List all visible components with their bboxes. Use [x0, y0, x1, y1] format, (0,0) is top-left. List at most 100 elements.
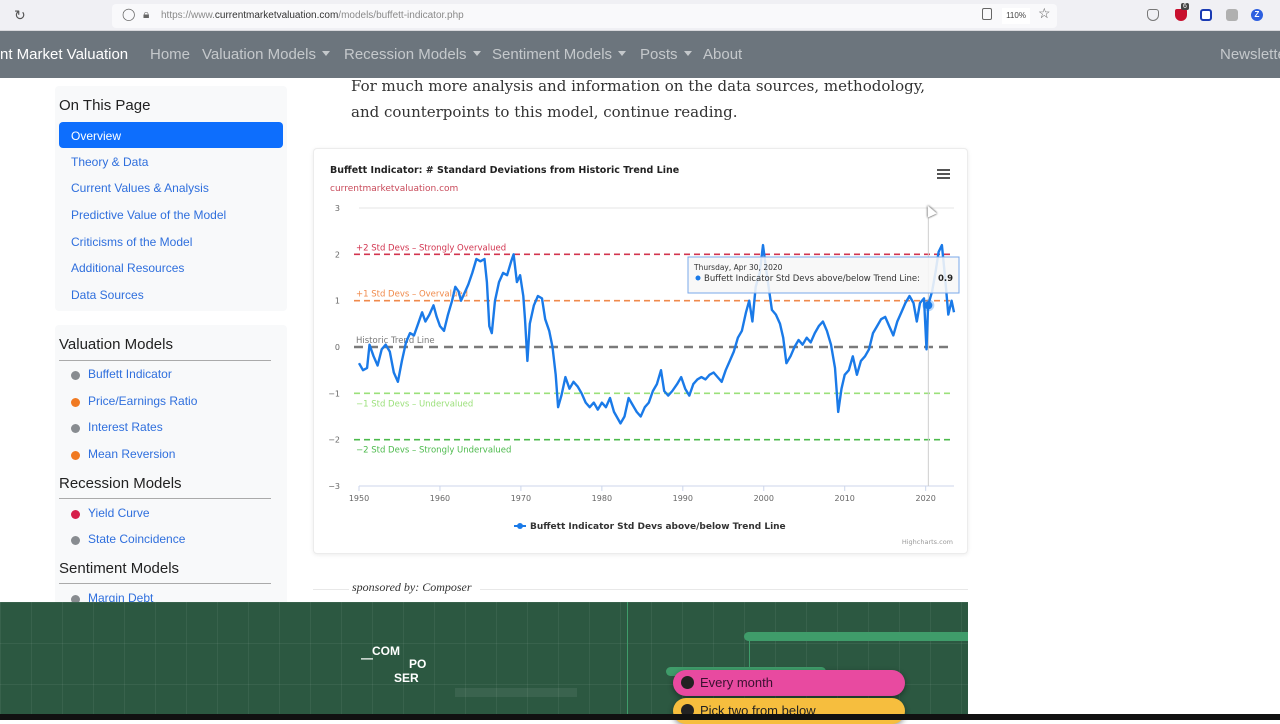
toc-theory-data[interactable]: Theory & Data [71, 155, 148, 169]
legend-label[interactable]: Buffett Indicator Std Devs above/below T… [530, 522, 786, 532]
caret-down-icon [472, 50, 481, 56]
composer-logo-dash: — [361, 651, 373, 665]
highcharts-credit[interactable]: Highcharts.com [902, 538, 953, 546]
model-link-buffett-indicator[interactable]: Buffett Indicator [88, 367, 172, 381]
ad-decorative-line [749, 641, 750, 669]
nav-valuation-models-label: Valuation Models [202, 46, 316, 63]
sponsor-text: sponsored by: Composer [352, 580, 472, 594]
model-link-state-coincidence[interactable]: State Coincidence [88, 532, 185, 546]
ublock-icon[interactable] [1175, 9, 1187, 21]
tooltip: Thursday, Apr 30, 2020 Buffett Indicator… [687, 256, 960, 294]
url-path: /models/buffett-indicator.php [338, 10, 464, 21]
every-month-pill[interactable]: Every month [673, 670, 905, 696]
nav-sentiment-models-label: Sentiment Models [492, 46, 613, 63]
tooltip-series-label: Buffett Indicator Std Devs above/below T… [704, 274, 920, 284]
status-dot [71, 536, 80, 545]
x-tick-label: 1990 [673, 494, 693, 503]
url-prefix: https://www. [161, 10, 215, 21]
chart-container: Buffett Indicator: # Standard Deviations… [313, 148, 968, 554]
y-tick-label: 0 [335, 343, 340, 352]
status-dot [71, 424, 80, 433]
every-month-label: Every month [700, 675, 773, 690]
x-tick-label: 1960 [430, 494, 450, 503]
composer-logo-line1: COM [372, 644, 400, 658]
url-domain: currentmarketvaluation.com [214, 10, 339, 21]
divider [313, 589, 349, 590]
download-extension-icon[interactable] [1200, 9, 1212, 21]
x-tick-label: 1950 [349, 494, 369, 503]
model-link-interest-rates[interactable]: Interest Rates [88, 420, 163, 434]
bookmark-star-icon[interactable]: ☆ [1038, 5, 1051, 22]
x-tick-label: 2000 [754, 494, 774, 503]
y-axis-ticks: 3 2 1 0 −1 −2 −3 [328, 204, 340, 491]
toc-predictive-value[interactable]: Predictive Value of the Model [71, 208, 226, 222]
url-text[interactable]: https://www.currentmarketvaluation.com/m… [161, 10, 464, 21]
article-paragraph-line2: and counterpoints to this model, continu… [351, 103, 738, 121]
x-tick-label: 2010 [835, 494, 855, 503]
model-link-yield-curve[interactable]: Yield Curve [88, 506, 150, 520]
tooltip-date: Thursday, Apr 30, 2020 [693, 263, 783, 272]
nav-sentiment-models[interactable]: Sentiment Models [492, 46, 627, 63]
y-tick-label: 1 [335, 297, 340, 306]
plot-line-label: −1 Std Devs – Undervalued [356, 399, 473, 409]
nav-newsletter[interactable]: Newslette [1220, 46, 1280, 63]
toc-additional-resources[interactable]: Additional Resources [71, 261, 184, 275]
hover-point-marker [922, 299, 935, 312]
site-navbar: nt Market Valuation Home Valuation Model… [0, 31, 1280, 78]
ad-decorative-bar [455, 688, 577, 697]
y-tick-label: −2 [328, 436, 340, 445]
hamburger-menu-icon[interactable] [937, 169, 950, 179]
pocket-icon[interactable] [1147, 9, 1159, 21]
toc-current-values[interactable]: Current Values & Analysis [71, 181, 209, 195]
plot-line-label: +1 Std Devs – Overvalued [356, 290, 468, 300]
reload-icon[interactable]: ↻ [14, 7, 26, 24]
valuation-models-heading: Valuation Models [59, 336, 173, 353]
nav-recession-models[interactable]: Recession Models [344, 46, 481, 63]
zoom-level-button[interactable]: 110% [1002, 8, 1030, 24]
tooltip-series-dot [695, 275, 701, 281]
article-paragraph-line1: For much more analysis and information o… [351, 77, 926, 95]
composer-logo-line2: PO [409, 657, 427, 671]
recession-models-heading: Recession Models [59, 475, 182, 492]
z-extension-icon[interactable]: Z [1251, 9, 1263, 21]
shield-icon[interactable]: ◯ [122, 7, 135, 21]
calendar-icon [681, 676, 694, 689]
chart-subtitle[interactable]: currentmarketvaluation.com [330, 184, 458, 194]
pick-two-pill[interactable]: Pick two from below [673, 698, 905, 724]
generic-extension-icon[interactable] [1226, 9, 1238, 21]
nav-posts[interactable]: Posts [640, 46, 692, 63]
toc-data-sources[interactable]: Data Sources [71, 288, 144, 302]
extension-badge: 6 [1181, 3, 1189, 10]
y-tick-label: −1 [328, 389, 340, 398]
lock-icon[interactable]: 🔒︎ [143, 7, 149, 22]
toc-overview[interactable]: Overview [59, 122, 283, 148]
nav-valuation-models[interactable]: Valuation Models [202, 46, 330, 63]
ad-decorative-bar [744, 632, 968, 641]
nav-home[interactable]: Home [150, 46, 190, 63]
model-link-mean-reversion[interactable]: Mean Reversion [88, 447, 175, 461]
plot-line-label: +2 Std Devs – Strongly Overvalued [356, 243, 506, 253]
divider [480, 589, 968, 590]
caret-down-icon [683, 50, 692, 56]
model-link-price-earnings[interactable]: Price/Earnings Ratio [88, 394, 197, 408]
divider [59, 498, 271, 499]
ad-decorative-line [627, 602, 628, 714]
reader-view-icon[interactable] [982, 8, 992, 20]
buffett-indicator-chart[interactable]: Buffett Indicator: # Standard Deviations… [314, 149, 969, 555]
sentiment-models-heading: Sentiment Models [59, 560, 180, 577]
nav-recession-models-label: Recession Models [344, 46, 467, 63]
menu-bar [937, 173, 950, 175]
status-dot [71, 451, 80, 460]
x-tick-label: 2020 [915, 494, 935, 503]
nav-about-label: About [703, 46, 743, 63]
caret-down-icon [618, 50, 627, 56]
toc-criticisms[interactable]: Criticisms of the Model [71, 235, 192, 249]
site-brand[interactable]: nt Market Valuation [0, 46, 128, 63]
nav-about[interactable]: About [703, 46, 742, 63]
y-tick-label: 3 [335, 204, 340, 213]
models-card: Valuation Models Buffett Indicator Price… [55, 325, 287, 641]
bottom-edge [0, 714, 1280, 720]
y-tick-label: 2 [335, 250, 340, 259]
legend[interactable]: Buffett Indicator Std Devs above/below T… [514, 522, 786, 532]
tooltip-value: 0.9 [938, 274, 953, 284]
